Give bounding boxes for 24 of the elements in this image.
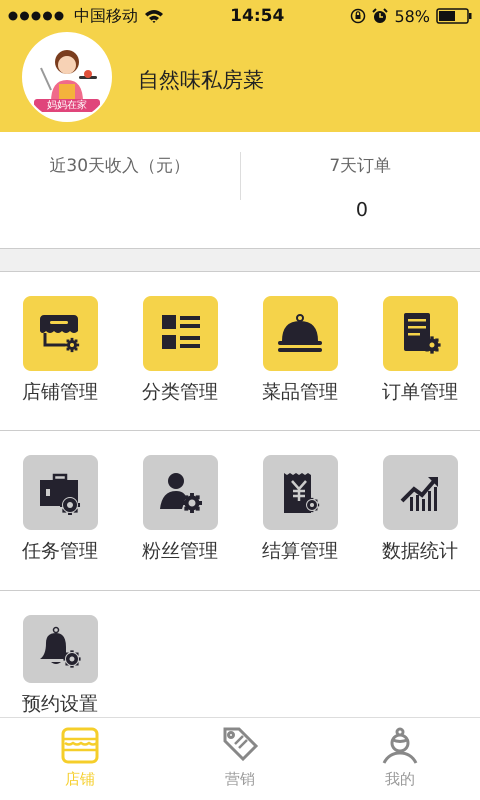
person-icon xyxy=(381,726,419,764)
menu-item[interactable]: 分类管理 xyxy=(120,272,240,430)
avatar-ribbon: 妈妈在家 xyxy=(34,99,100,112)
signal-icon xyxy=(8,11,66,21)
menu-item[interactable]: 任务管理 xyxy=(0,431,120,590)
menu-item[interactable]: 粉丝管理 xyxy=(120,431,240,590)
status-time: 14:54 xyxy=(229,6,286,26)
alarm-icon xyxy=(372,8,388,24)
shop-name: 自然味私房菜 xyxy=(138,67,264,94)
wifi-icon xyxy=(144,9,164,23)
carrier-name: 中国移动 xyxy=(74,6,138,26)
menu-item[interactable]: 店铺管理 xyxy=(0,272,120,430)
stat-value: 0 xyxy=(356,198,368,223)
menu-item[interactable]: 订单管理 xyxy=(360,272,480,430)
storefront-icon xyxy=(61,726,99,764)
battery-icon xyxy=(436,8,472,24)
menu-item[interactable]: 预约设置 xyxy=(0,591,120,718)
battery-percent: 58% xyxy=(394,6,430,26)
stat-label: 近30天收入（元） xyxy=(49,154,190,177)
rotation-lock-icon xyxy=(350,8,366,24)
menu-item[interactable]: 结算管理 xyxy=(240,431,360,590)
menu-item[interactable]: 菜品管理 xyxy=(240,272,360,430)
stat-label: 7天订单 xyxy=(329,154,392,177)
menu-item[interactable]: 数据统计 xyxy=(360,431,480,590)
